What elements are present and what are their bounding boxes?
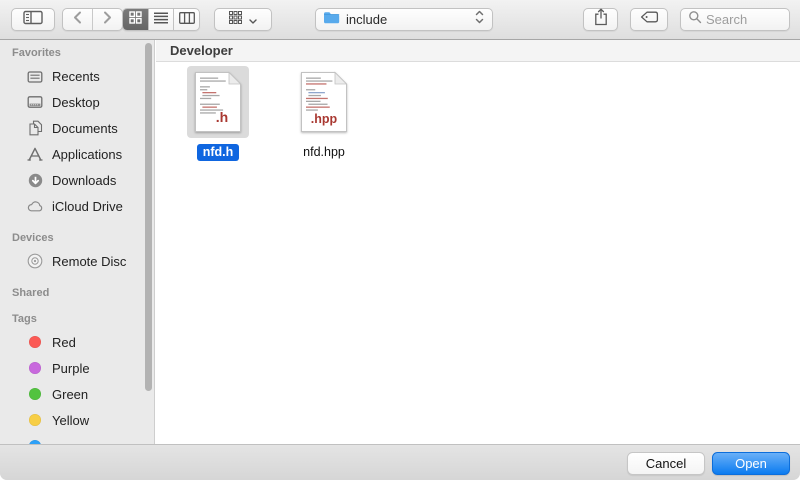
sidebar-item-tag-red[interactable]: Red [0,329,154,355]
open-file-dialog: include Favorites [0,0,800,480]
chevron-left-icon [73,11,82,29]
sidebar-item-documents[interactable]: Documents [0,115,154,141]
chevron-down-icon [249,11,257,29]
sidebar-item-tag-yellow[interactable]: Yellow [0,407,154,433]
dialog-footer: Cancel Open [0,444,800,480]
cancel-button[interactable]: Cancel [627,452,705,475]
path-header: Developer [156,40,800,62]
location-dropdown[interactable]: include [315,8,493,31]
toolbar: include [0,0,800,40]
sidebar-item-label: iCloud Drive [52,199,123,214]
chevron-up-down-icon [475,10,484,29]
documents-icon [26,120,44,136]
sidebar-toggle-icon [23,10,43,30]
view-mode-list-button[interactable] [148,9,174,30]
sidebar-scrollbar[interactable] [145,43,152,391]
file-label: nfd.h [197,144,240,161]
sidebar-section-title-shared: Shared [12,286,154,300]
green-tag-dot-icon [26,388,44,400]
tags-button[interactable] [630,8,668,31]
file-label: nfd.hpp [297,144,351,161]
arrange-grid-icon [229,11,242,29]
sidebar-item-label: Remote Disc [52,254,126,269]
arrange-button[interactable] [214,8,272,31]
share-button[interactable] [583,8,618,31]
sidebar-item-tag-purple[interactable]: Purple [0,355,154,381]
chevron-right-icon [103,11,112,29]
file-browser-pane: Developer .h nfd.h .hpp nfd.hpp [156,40,800,444]
downloads-icon [26,173,44,188]
recents-icon [26,69,44,84]
yellow-tag-dot-icon [26,414,44,426]
sidebar-item-label: Yellow [52,413,89,428]
search-field[interactable] [680,8,790,31]
sidebar-item-label: Recents [52,69,100,84]
applications-icon [26,147,44,161]
sidebar-item-remote-disc[interactable]: Remote Disc [0,248,154,274]
search-icon [688,10,702,29]
sidebar-item-label: Documents [52,121,118,136]
disc-icon [26,253,44,269]
red-tag-dot-icon [26,336,44,348]
forward-button[interactable] [92,9,122,30]
sidebar-section-title-favorites: Favorites [12,46,154,60]
purple-tag-dot-icon [26,362,44,374]
sidebar-item-label: Purple [52,361,90,376]
header-file-icon: .h [194,71,242,133]
sidebar-item-recents[interactable]: Recents [0,63,154,89]
svg-text:.hpp: .hpp [311,112,338,126]
column-view-icon [179,11,195,29]
file-nfd-h[interactable]: .h nfd.h [187,66,249,161]
sidebar-toggle-button[interactable] [11,8,55,31]
list-view-icon [154,11,168,29]
sidebar-item-label: Downloads [52,173,116,188]
tag-icon [640,10,659,29]
file-icon-wrap: .hpp [293,66,355,138]
navigation-group [62,8,123,31]
file-nfd-hpp[interactable]: .hpp nfd.hpp [293,66,355,161]
open-button[interactable]: Open [712,452,790,475]
svg-text:.h: .h [216,109,228,125]
folder-icon [323,11,340,29]
view-mode-columns-button[interactable] [173,9,199,30]
icon-view-grid-icon [129,11,142,29]
icloud-icon [26,200,44,212]
sidebar-item-label: Desktop [52,95,100,110]
files-grid: .h nfd.h .hpp nfd.hpp [156,62,800,161]
sidebar-item-tag-green[interactable]: Green [0,381,154,407]
location-label: include [346,12,469,27]
back-button[interactable] [63,9,92,30]
sidebar-item-label: Applications [52,147,122,162]
header-file-icon: .hpp [300,71,348,133]
sidebar-section-title-tags: Tags [12,312,154,326]
sidebar-item-label: Green [52,387,88,402]
file-selection-highlight: .h [187,66,249,138]
current-folder-label: Developer [170,43,233,58]
sidebar-item-downloads[interactable]: Downloads [0,167,154,193]
sidebar-item-label: Red [52,335,76,350]
sidebar-section-title-devices: Devices [12,231,154,245]
sidebar-item-applications[interactable]: Applications [0,141,154,167]
view-mode-icons-button[interactable] [123,9,148,30]
sidebar: Favorites Recents Desktop Documents Appl… [0,40,155,444]
desktop-icon [26,95,44,109]
sidebar-item-icloud-drive[interactable]: iCloud Drive [0,193,154,219]
sidebar-item-tag-blue[interactable] [0,433,154,444]
share-icon [593,8,609,31]
view-mode-control [122,8,200,31]
search-input[interactable] [706,12,784,27]
sidebar-item-desktop[interactable]: Desktop [0,89,154,115]
